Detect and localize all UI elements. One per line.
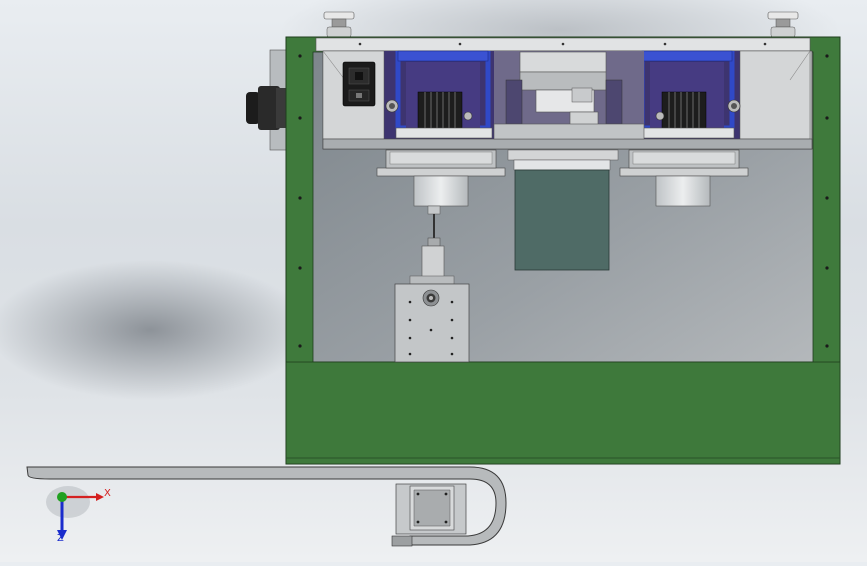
z-axis-label: Z [57, 533, 64, 544]
center-mechanism [493, 51, 645, 140]
side-valve [246, 49, 287, 151]
power-inlet-socket [342, 61, 376, 107]
cad-viewport[interactable]: X Z [0, 0, 867, 562]
x-axis-label: X [104, 488, 111, 499]
center-display-panel [507, 149, 619, 271]
background-shadow [0, 260, 310, 400]
y-axis-dot [57, 492, 67, 502]
coordinate-triad: X Z [46, 486, 111, 544]
x-axis-arrowhead [96, 493, 104, 501]
triad-shadow [46, 486, 90, 518]
work-table-block [394, 283, 470, 363]
cad-model-drawing [0, 0, 841, 547]
top-plate [315, 37, 811, 52]
